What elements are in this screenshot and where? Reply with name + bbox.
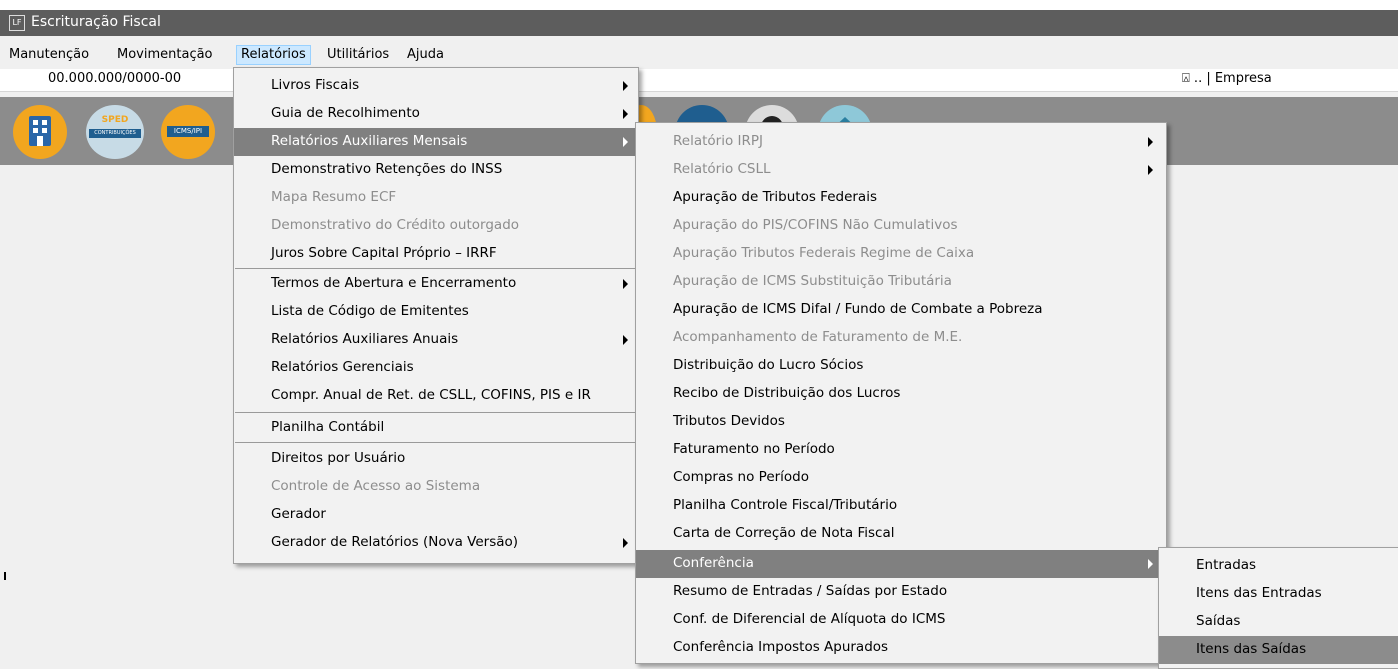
menu1-compr-anual[interactable]: Compr. Anual de Ret. de CSLL, COFINS, PI… bbox=[234, 382, 638, 410]
menu2-carta-correcao[interactable]: Carta de Correção de Nota Fiscal bbox=[636, 520, 1166, 548]
submenu-arrow-icon bbox=[623, 335, 628, 345]
window-title: Escrituração Fiscal bbox=[31, 14, 161, 30]
menu2-acompanhamento-faturamento: Acompanhamento de Faturamento de M.E. bbox=[673, 329, 963, 345]
menu2-apuracao-tributos-federais[interactable]: Apuração de Tributos Federais bbox=[636, 184, 1166, 212]
menu2-recibo-distribuicao[interactable]: Recibo de Distribuição dos Lucros bbox=[636, 380, 1166, 408]
menu1-demonstrativo-inss[interactable]: Demonstrativo Retenções do INSS bbox=[234, 156, 638, 184]
menu1-planilha-contabil[interactable]: Planilha Contábil bbox=[234, 414, 638, 442]
menu2-compras-periodo[interactable]: Compras no Período bbox=[636, 464, 1166, 492]
menu2-apuracao-icms-st: Apuração de ICMS Substituição Tributária bbox=[673, 273, 952, 289]
app-logo-icon: LF bbox=[9, 15, 25, 31]
sped-label: SPED bbox=[101, 115, 129, 125]
menu2-conf-diferencial-aliquota[interactable]: Conf. de Diferencial de Alíquota do ICMS bbox=[636, 606, 1166, 634]
menu1-termos-abertura[interactable]: Termos de Abertura e Encerramento bbox=[234, 270, 638, 298]
building-icon[interactable] bbox=[13, 105, 67, 159]
menu2-resumo-entradas-saidas[interactable]: Resumo de Entradas / Saídas por Estado bbox=[636, 578, 1166, 606]
menu1-relatorios-auxiliares-anuais[interactable]: Relatórios Auxiliares Anuais bbox=[234, 326, 638, 354]
conferencia-menu: Entradas Itens das Entradas Saídas Itens… bbox=[1158, 547, 1398, 669]
menu2-apuracao-regime-caixa: Apuração Tributos Federais Regime de Cai… bbox=[673, 245, 975, 261]
menu1-gerador[interactable]: Gerador bbox=[234, 501, 638, 529]
submenu-arrow-icon bbox=[623, 279, 628, 289]
menu1-gerador-nova-versao[interactable]: Gerador de Relatórios (Nova Versão) bbox=[234, 529, 638, 557]
submenu-arrow-icon bbox=[1148, 137, 1153, 147]
submenu-arrow-icon bbox=[1148, 559, 1153, 569]
menu1-guia-recolhimento[interactable]: Guia de Recolhimento bbox=[234, 100, 638, 128]
menu1-mapa-resumo-ecf: Mapa Resumo ECF bbox=[271, 189, 397, 205]
menu-bar: Manutenção Movimentação Relatórios Utili… bbox=[0, 44, 1398, 66]
menu2-distribuicao-lucro[interactable]: Distribuição do Lucro Sócios bbox=[636, 352, 1166, 380]
title-bar: LF Escrituração Fiscal bbox=[0, 10, 1398, 36]
menu1-credito-outorgado: Demonstrativo do Crédito outorgado bbox=[271, 217, 520, 233]
menu3-itens-entradas[interactable]: Itens das Entradas bbox=[1159, 580, 1398, 608]
menu3-saidas[interactable]: Saídas bbox=[1159, 608, 1398, 636]
info-bar: 00.000.000/0000-00 ⍓ .. | Empresa bbox=[0, 69, 1398, 92]
submenu-arrow-icon bbox=[623, 81, 628, 91]
edge-marker bbox=[4, 572, 9, 580]
submenu-arrow-icon bbox=[623, 538, 628, 548]
menu1-livros-fiscais[interactable]: Livros Fiscais bbox=[234, 72, 638, 100]
menu2-faturamento-periodo[interactable]: Faturamento no Período bbox=[636, 436, 1166, 464]
submenu-arrow-icon bbox=[1148, 165, 1153, 175]
menu-ajuda[interactable]: Ajuda bbox=[403, 46, 448, 64]
menu1-relatorios-auxiliares-mensais[interactable]: Relatórios Auxiliares Mensais bbox=[234, 128, 638, 156]
menu1-juros-capital-proprio[interactable]: Juros Sobre Capital Próprio – IRRF bbox=[234, 240, 638, 268]
relatorios-menu: Livros Fiscais Guia de Recolhimento Rela… bbox=[233, 67, 639, 564]
cnpj-field: 00.000.000/0000-00 bbox=[48, 71, 182, 86]
submenu-arrow-icon bbox=[623, 109, 628, 119]
menu1-controle-acesso: Controle de Acesso ao Sistema bbox=[271, 478, 481, 494]
menu3-entradas[interactable]: Entradas bbox=[1159, 552, 1398, 580]
menu1-lista-codigo-emitentes[interactable]: Lista de Código de Emitentes bbox=[234, 298, 638, 326]
menu3-itens-saidas[interactable]: Itens das Saídas bbox=[1159, 636, 1398, 664]
menu2-tributos-devidos[interactable]: Tributos Devidos bbox=[636, 408, 1166, 436]
sped-contribuicoes-icon[interactable]: SPED CONTRIBUIÇÕES bbox=[86, 105, 144, 159]
menu-separator bbox=[235, 268, 637, 269]
menu2-relatorio-irpj: Relatório IRPJ bbox=[636, 128, 1166, 156]
relatorios-auxiliares-mensais-menu: Relatório IRPJ Relatório CSLL Apuração d… bbox=[635, 122, 1167, 664]
menu-relatorios[interactable]: Relatórios bbox=[236, 45, 311, 65]
menu-manutencao[interactable]: Manutenção bbox=[5, 46, 93, 64]
icms-ipi-icon[interactable]: ICMS/IPI bbox=[161, 105, 215, 159]
menu2-conferencia[interactable]: Conferência bbox=[636, 550, 1166, 578]
menu-separator bbox=[235, 442, 637, 443]
sped-sublabel: CONTRIBUIÇÕES bbox=[89, 129, 141, 138]
menu-movimentacao[interactable]: Movimentação bbox=[113, 46, 217, 64]
empresa-label[interactable]: ⍓ .. | Empresa bbox=[1182, 71, 1272, 86]
menu1-direitos-usuario[interactable]: Direitos por Usuário bbox=[234, 445, 638, 473]
menu-utilitarios[interactable]: Utilitários bbox=[323, 46, 393, 64]
menu1-relatorios-gerenciais[interactable]: Relatórios Gerenciais bbox=[234, 354, 638, 382]
menu2-relatorio-csll: Relatório CSLL bbox=[636, 156, 1166, 184]
menu2-apuracao-pis-cofins: Apuração do PIS/COFINS Não Cumulativos bbox=[673, 217, 958, 233]
menu2-planilha-controle-fiscal[interactable]: Planilha Controle Fiscal/Tributário bbox=[636, 492, 1166, 520]
menu-separator bbox=[235, 412, 637, 413]
menu2-apuracao-icms-difal[interactable]: Apuração de ICMS Difal / Fundo de Combat… bbox=[636, 296, 1166, 324]
top-strip bbox=[0, 0, 1398, 10]
submenu-arrow-icon bbox=[623, 137, 628, 147]
menu2-conferencia-impostos[interactable]: Conferência Impostos Apurados bbox=[636, 634, 1166, 662]
icms-label: ICMS/IPI bbox=[167, 126, 209, 137]
